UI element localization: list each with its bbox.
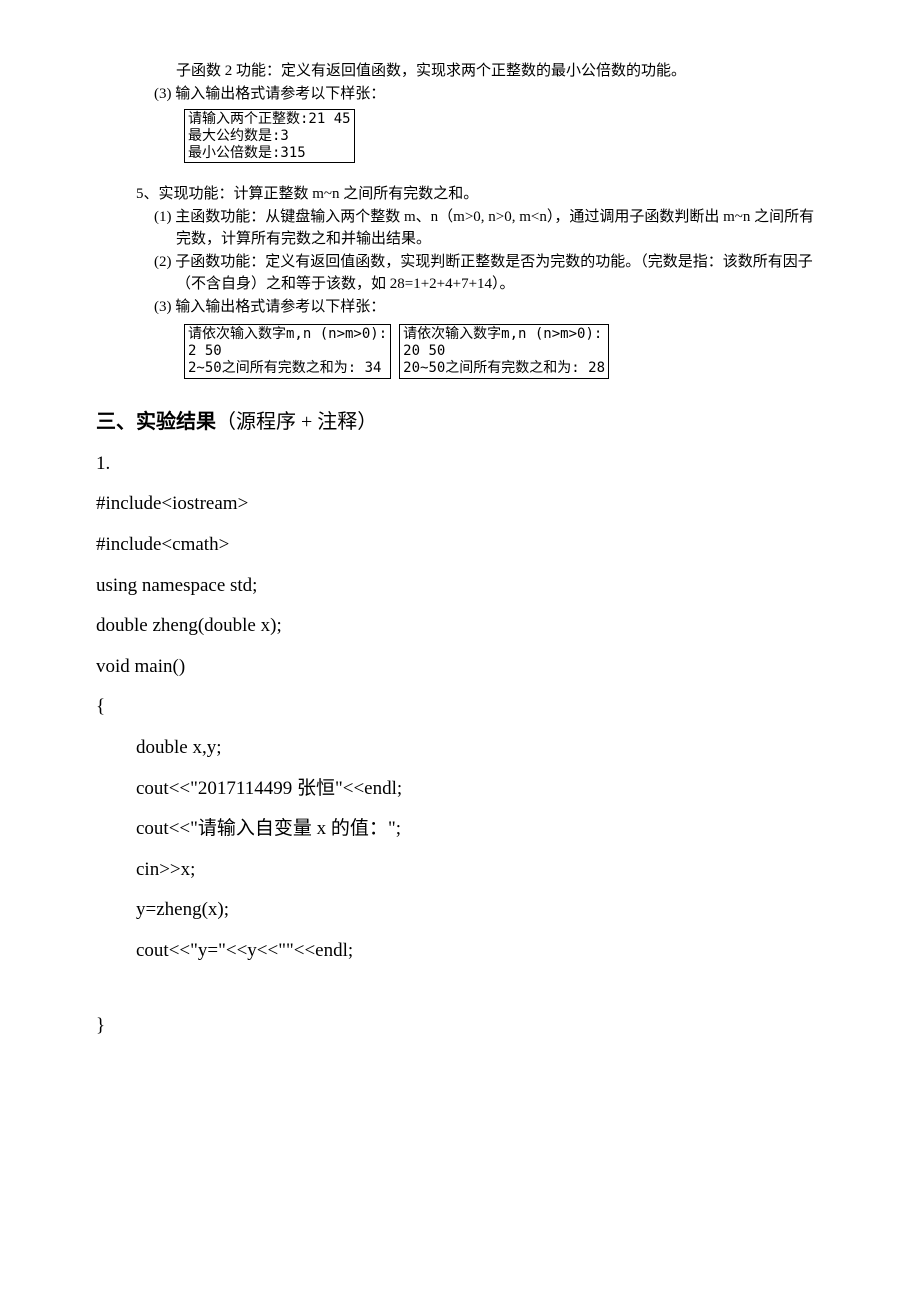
code-line: void main()	[96, 654, 824, 681]
sample-output-1: 请输入两个正整数:21 45 最大公约数是:3 最小公倍数是:315	[184, 109, 824, 163]
code-line: #include<cmath>	[96, 532, 824, 559]
console-box-2a: 请依次输入数字m,n (n>m>0): 2 50 2~50之间所有完数之和为: …	[184, 324, 391, 378]
code-seg-cn: 的值：	[331, 818, 388, 839]
code-block: 1. #include<iostream> #include<cmath> us…	[96, 451, 824, 1039]
console-line: 请依次输入数字m,n (n>m>0):	[188, 326, 387, 342]
console-box-2b: 请依次输入数字m,n (n>m>0): 20 50 20~50之间所有完数之和为…	[399, 324, 609, 378]
console-line: 最大公约数是:3	[188, 128, 289, 144]
code-seg: cout<<"	[136, 818, 198, 839]
q5-p2: (2) 子函数功能：定义有返回值函数，实现判断正整数是否为完数的功能。（完数是指…	[96, 251, 824, 296]
code-line: using namespace std;	[96, 573, 824, 600]
heading-main: 三、实验结果	[96, 411, 216, 433]
code-seg-cn: 张恒	[297, 778, 335, 799]
code-seg: cout<<"2017114499	[136, 778, 297, 799]
code-line: {	[96, 694, 824, 721]
q5-title: 5、实现功能：计算正整数 m~n 之间所有完数之和。	[96, 183, 824, 206]
subfunc2-text: 子函数 2 功能：定义有返回值函数，实现求两个正整数的最小公倍数的功能。	[96, 60, 824, 83]
code-num: 1.	[96, 451, 824, 478]
page: 子函数 2 功能：定义有返回值函数，实现求两个正整数的最小公倍数的功能。 (3)…	[0, 0, 920, 1302]
code-line: }	[96, 1013, 824, 1040]
q5-p3: (3) 输入输出格式请参考以下样张：	[96, 296, 824, 319]
code-line: cout<<"y="<<y<<""<<endl;	[96, 938, 824, 965]
console-line: 请依次输入数字m,n (n>m>0):	[403, 326, 602, 342]
code-line: cin>>x;	[96, 857, 824, 884]
code-seg: ";	[388, 818, 401, 839]
console-line: 请输入两个正整数:21 45	[188, 111, 351, 127]
code-seg-cn: 请输入自变量	[198, 818, 317, 839]
console-box-1: 请输入两个正整数:21 45 最大公约数是:3 最小公倍数是:315	[184, 109, 355, 163]
code-seg: x	[317, 818, 331, 839]
console-line: 20 50	[403, 343, 445, 359]
q5-p1: (1) 主函数功能：从键盘输入两个整数 m、n（m>0, n>0, m<n），通…	[96, 206, 824, 251]
io-format-3: (3) 输入输出格式请参考以下样张：	[96, 83, 824, 106]
code-line: #include<iostream>	[96, 491, 824, 518]
console-line: 20~50之间所有完数之和为: 28	[403, 360, 605, 376]
code-line: double x,y;	[96, 735, 824, 762]
sample-output-2: 请依次输入数字m,n (n>m>0): 2 50 2~50之间所有完数之和为: …	[184, 324, 824, 378]
console-line: 2~50之间所有完数之和为: 34	[188, 360, 381, 376]
section-heading: 三、实验结果（源程序 + 注释）	[96, 407, 824, 437]
console-line: 2 50	[188, 343, 222, 359]
code-line: cout<<"请输入自变量 x 的值：";	[96, 816, 824, 843]
code-seg: "<<endl;	[335, 778, 402, 799]
code-line: y=zheng(x);	[96, 897, 824, 924]
console-line: 最小公倍数是:315	[188, 145, 306, 161]
code-line: cout<<"2017114499 张恒"<<endl;	[96, 776, 824, 803]
heading-paren: （源程序 + 注释）	[216, 411, 377, 433]
code-line: double zheng(double x);	[96, 613, 824, 640]
